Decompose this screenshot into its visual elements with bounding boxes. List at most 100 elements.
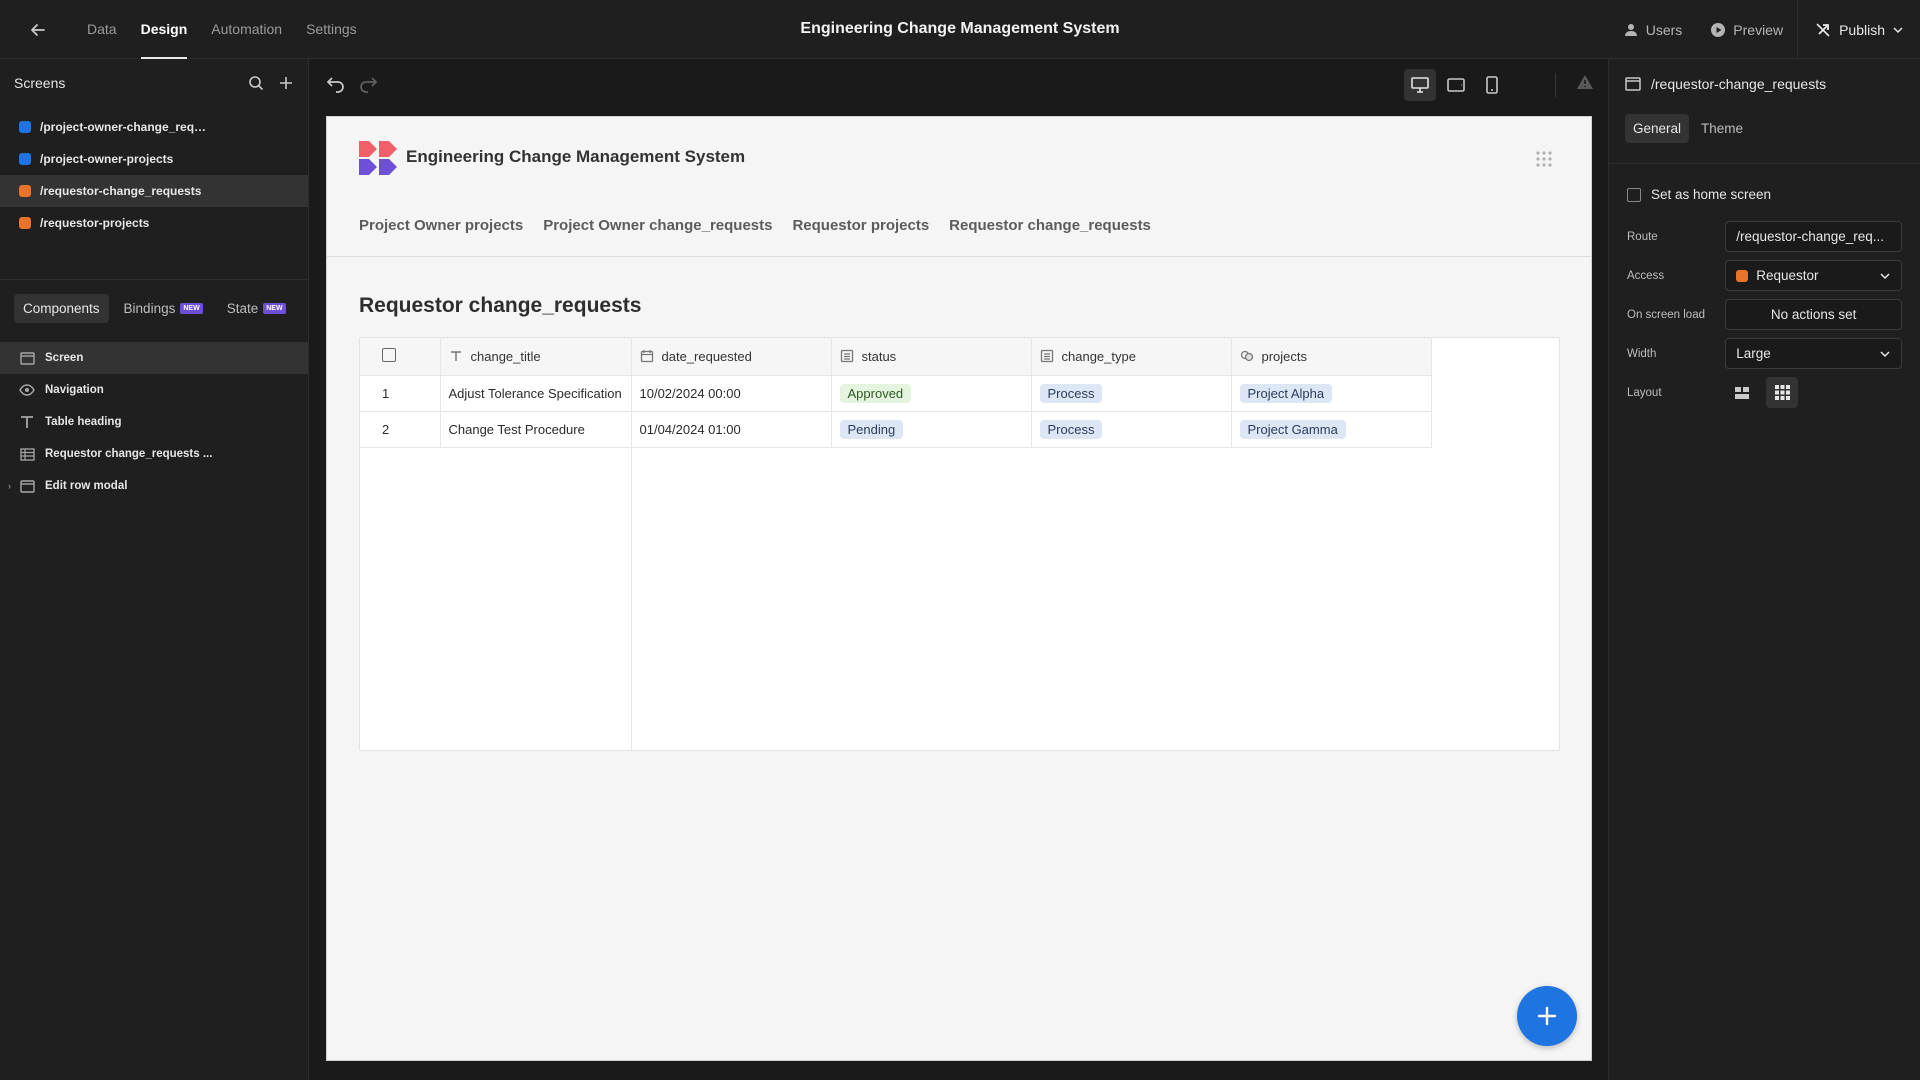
top-bar: Data Design Automation Settings Engineer… [0, 0, 1920, 59]
onload-row: On screen load No actions set [1627, 299, 1902, 330]
tab-automation[interactable]: Automation [199, 0, 294, 59]
width-select[interactable]: Large [1725, 338, 1902, 369]
column-header[interactable]: projects [1231, 338, 1432, 376]
onload-actions-button[interactable]: No actions set [1725, 299, 1902, 330]
component-tree-item[interactable]: › Edit row modal [0, 470, 308, 502]
calendar-icon [640, 350, 653, 363]
component-tree-item[interactable]: Navigation [0, 374, 308, 406]
home-screen-checkbox[interactable] [1627, 187, 1641, 202]
redo-icon[interactable] [358, 73, 378, 93]
screen-item[interactable]: /project-owner-projects [0, 143, 308, 175]
cell-change-title[interactable]: Adjust Tolerance Specification [440, 375, 632, 412]
cell-date-requested[interactable]: 10/02/2024 00:00 [631, 375, 832, 412]
budibase-logo-icon [359, 141, 397, 175]
users-button[interactable]: Users [1609, 0, 1697, 59]
screens-header: Screens [0, 59, 308, 107]
nav-link-project-owner-projects[interactable]: Project Owner projects [359, 217, 523, 234]
tab-data[interactable]: Data [75, 0, 129, 59]
canvas-toolbar [310, 59, 1608, 109]
search-icon[interactable] [248, 75, 264, 91]
play-icon [1711, 22, 1726, 37]
table-row[interactable]: 2 Change Test Procedure 01/04/2024 01:00… [360, 411, 1432, 448]
component-tree-item[interactable]: Screen [0, 342, 308, 374]
text-type-icon [450, 351, 461, 362]
select-all-checkbox[interactable] [382, 347, 396, 362]
nav-link-requestor-projects[interactable]: Requestor projects [792, 217, 929, 234]
preview-label: Preview [1733, 21, 1784, 38]
column-header[interactable]: status [831, 338, 1032, 376]
screen-item[interactable]: /requestor-change_requests [0, 175, 308, 207]
width-label: Width [1627, 347, 1657, 360]
screen-item[interactable]: /requestor-projects [0, 207, 308, 239]
component-label: Edit row modal [45, 480, 128, 492]
screen-settings-header: /requestor-change_requests [1609, 59, 1920, 109]
access-label: Access [1627, 269, 1665, 282]
tab-settings[interactable]: Settings [294, 0, 369, 59]
cell-status[interactable]: Pending [831, 411, 1032, 448]
users-label: Users [1645, 21, 1683, 38]
component-label: Requestor change_requests ... [45, 448, 213, 460]
nav-link-project-owner-change-requests[interactable]: Project Owner change_requests [543, 217, 772, 234]
relationship-icon [1240, 351, 1253, 362]
column-header[interactable]: change_type [1031, 338, 1232, 376]
onload-label: On screen load [1627, 308, 1705, 321]
options-icon [840, 350, 853, 363]
status-badge: Approved [839, 383, 912, 403]
screen-icon [1625, 77, 1641, 91]
settings-tabs: General Theme [1609, 109, 1920, 147]
route-input[interactable]: /requestor-change_req... [1725, 221, 1902, 252]
cell-change-type[interactable]: Process [1031, 375, 1232, 412]
chevron-down-icon [1893, 26, 1903, 33]
cell-projects[interactable]: Project Gamma [1231, 411, 1432, 448]
new-badge: NEW [263, 302, 286, 314]
screen-list: /project-owner-change_requ... /project-ow… [0, 107, 308, 239]
tab-general[interactable]: General [1625, 113, 1690, 143]
cell-date-requested[interactable]: 01/04/2024 01:00 [631, 411, 832, 448]
screens-title: Screens [14, 75, 66, 91]
component-label: Navigation [45, 384, 104, 396]
user-icon [1624, 23, 1637, 36]
tab-components[interactable]: Components [14, 293, 109, 323]
tab-theme[interactable]: Theme [1693, 114, 1751, 143]
nav-link-requestor-change-requests[interactable]: Requestor change_requests [949, 217, 1151, 234]
column-header[interactable]: change_title [440, 338, 632, 376]
table-row[interactable]: 1 Adjust Tolerance Specification 10/02/2… [360, 375, 1432, 412]
warning-icon[interactable] [1576, 73, 1594, 91]
preview-button[interactable]: Preview [1696, 0, 1797, 59]
tab-design[interactable]: Design [129, 0, 200, 59]
component-tree-item[interactable]: Table heading [0, 406, 308, 438]
tab-bindings[interactable]: Bindings NEW [115, 294, 212, 323]
state-label: State [226, 300, 259, 316]
eye-icon [19, 382, 35, 398]
cell-change-title[interactable]: Change Test Procedure [440, 411, 632, 448]
mobile-icon[interactable] [1476, 69, 1508, 101]
column-header[interactable]: date_requested [631, 338, 832, 376]
grid-menu-icon[interactable] [1535, 150, 1553, 168]
tablet-icon[interactable] [1440, 69, 1472, 101]
settings-body: Set as home screen Route /requestor-chan… [1609, 187, 1920, 408]
cell-status[interactable]: Approved [831, 375, 1032, 412]
layout-row: Layout [1627, 377, 1902, 408]
access-select[interactable]: Requestor [1725, 260, 1902, 291]
screen-item[interactable]: /project-owner-change_requ... [0, 111, 308, 143]
desktop-icon[interactable] [1404, 69, 1436, 101]
screen-route-label: /requestor-change_requests [40, 184, 202, 198]
component-tabs: Components Bindings NEW State NEW [0, 280, 308, 336]
column-label: change_type [1061, 348, 1136, 364]
tab-state[interactable]: State NEW [218, 294, 295, 323]
layout-flex-icon[interactable] [1726, 377, 1758, 408]
component-tree-item[interactable]: Requestor change_requests ... [0, 438, 308, 470]
cell-projects[interactable]: Project Alpha [1231, 375, 1432, 412]
column-label: status [861, 348, 897, 364]
cell-change-type[interactable]: Process [1031, 411, 1232, 448]
divider [1609, 163, 1920, 164]
undo-icon[interactable] [326, 73, 346, 93]
add-screen-icon[interactable] [278, 75, 294, 91]
add-row-button[interactable] [1517, 986, 1577, 1046]
sticky-column-divider [631, 446, 632, 751]
publish-button[interactable]: Publish [1797, 0, 1920, 59]
expand-chevron-icon[interactable]: › [8, 481, 11, 491]
screen-route-label: /project-owner-change_requ... [40, 120, 210, 134]
layout-grid-icon[interactable] [1766, 377, 1798, 408]
back-arrow-icon[interactable] [26, 18, 50, 42]
